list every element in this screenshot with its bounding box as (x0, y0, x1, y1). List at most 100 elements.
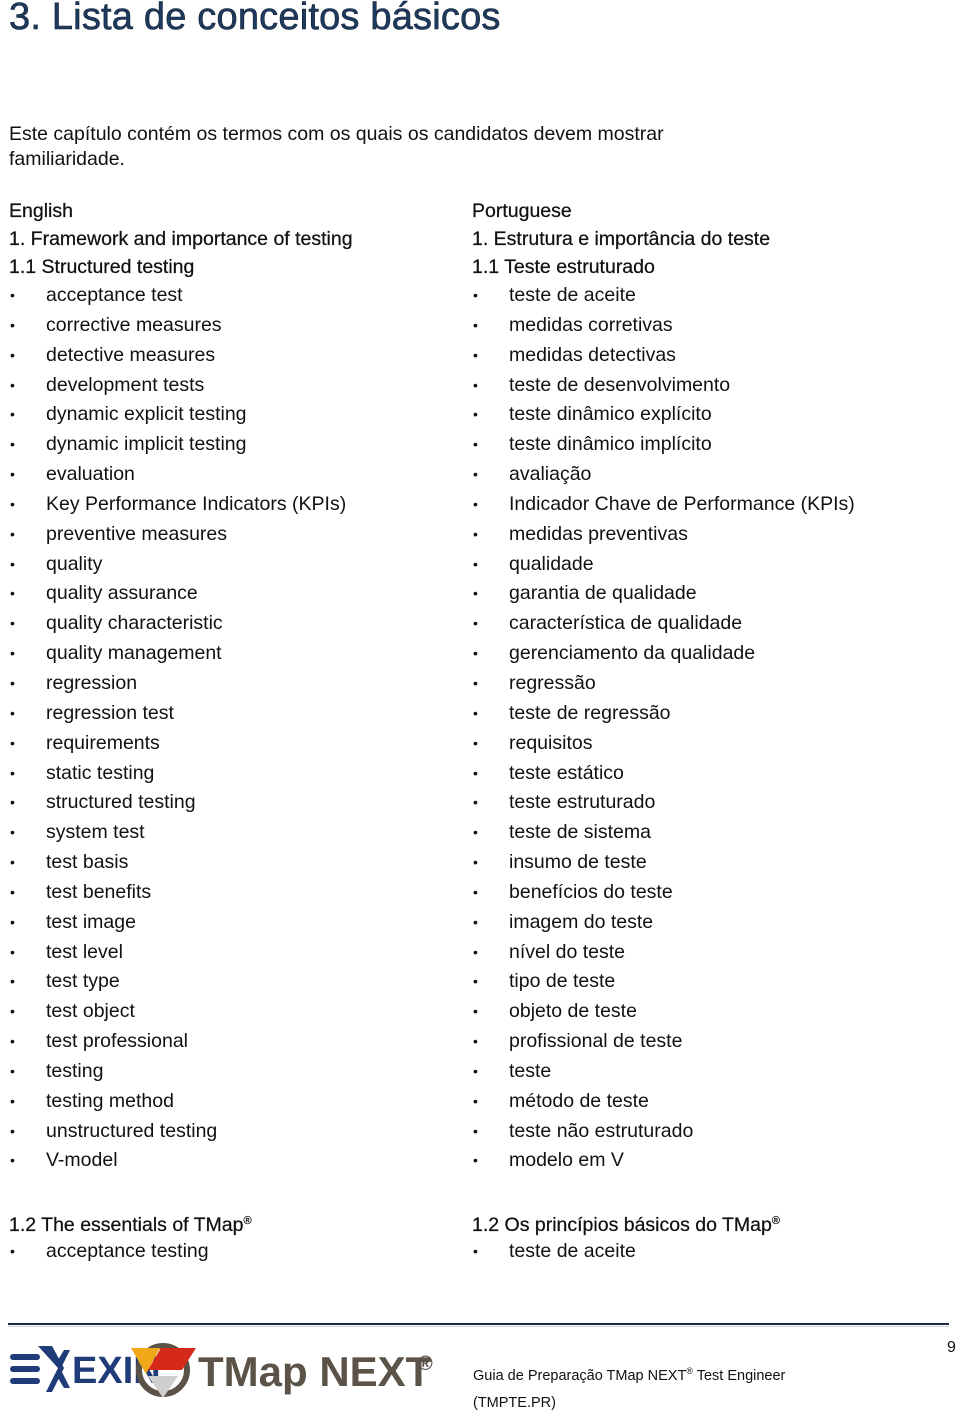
portuguese-term: regressão (509, 671, 596, 694)
english-chapter-heading: 1. Framework and importance of testing (9, 228, 353, 250)
portuguese-list-item: • teste de desenvolvimento (472, 371, 942, 401)
bullet-icon: • (473, 555, 478, 572)
bullet-icon: • (10, 794, 15, 811)
bullet-icon: • (10, 883, 15, 900)
english-term: structured testing (46, 791, 196, 814)
bullet-icon: • (473, 824, 478, 841)
portuguese-list-item: • objeto de teste (472, 997, 942, 1027)
bullet-icon: • (10, 973, 15, 990)
bullet-icon: • (10, 287, 15, 303)
portuguese-term: qualidade (509, 552, 594, 575)
portuguese-section-1-2-heading: 1.2 Os princípios básicos do TMap® (472, 1206, 942, 1236)
bullet-icon: • (10, 495, 15, 512)
portuguese-list-item: • teste dinâmico explícito (472, 400, 942, 430)
portuguese-list-item: • medidas corretivas (472, 311, 942, 341)
portuguese-term: teste dinâmico implícito (509, 433, 712, 456)
portuguese-section-1-2-term-list: • teste de aceite (472, 1236, 942, 1267)
portuguese-term: teste de desenvolvimento (509, 373, 731, 396)
english-term-list: • acceptance test • corrective measures • det… (9, 281, 479, 1176)
portuguese-list-item: • teste estático (472, 759, 942, 789)
exin-logo-icon (10, 1346, 70, 1392)
english-term: evaluation (46, 463, 135, 486)
english-list-item: • quality management (9, 639, 479, 669)
portuguese-term: teste estático (509, 761, 624, 784)
bullet-icon: • (473, 645, 478, 662)
portuguese-list-item: • medidas detectivas (472, 341, 942, 371)
english-term: corrective measures (46, 313, 222, 336)
bullet-icon: • (473, 436, 478, 453)
footer-divider-shadow (8, 1326, 949, 1327)
portuguese-list-item: • teste não estruturado (472, 1117, 942, 1147)
english-list-item: • quality characteristic (9, 609, 479, 639)
bullet-icon: • (473, 287, 478, 303)
english-list-item: • test image (9, 908, 479, 938)
english-term: requirements (46, 731, 160, 754)
english-term: testing (46, 1059, 104, 1082)
portuguese-term: teste dinâmico explícito (509, 403, 712, 426)
portuguese-section-1-2-list-item: • teste de aceite (472, 1236, 942, 1267)
logo-registered-mark: ® (418, 1353, 433, 1375)
portuguese-term: teste de aceite (509, 284, 636, 306)
english-language-heading: English (9, 200, 73, 222)
english-term: detective measures (46, 343, 216, 366)
bullet-icon: • (473, 674, 478, 691)
english-list-item: • system test (9, 818, 479, 848)
portuguese-column: Portuguese 1. Estrutura e importância do… (472, 197, 942, 1176)
english-term: regression (46, 671, 138, 694)
portuguese-term: gerenciamento da qualidade (509, 642, 756, 665)
bullet-icon: • (10, 1243, 15, 1259)
english-section-1-2: 1.2 The essentials of TMap® • acceptance … (9, 1206, 479, 1267)
english-list-item: • test benefits (9, 878, 479, 908)
portuguese-language-heading: Portuguese (472, 200, 572, 222)
bullet-icon: • (473, 943, 478, 960)
english-list-item: • acceptance test (9, 281, 479, 311)
english-list-item: • testing method (9, 1087, 479, 1117)
english-list-item: • static testing (9, 759, 479, 789)
portuguese-list-item: • tipo de teste (472, 967, 942, 997)
english-list-item: • dynamic implicit testing (9, 430, 479, 460)
english-section-1-2-term-list: • acceptance testing (9, 1236, 479, 1267)
english-list-item: • regression test (9, 699, 479, 729)
english-term: test object (46, 1000, 135, 1023)
portuguese-term-list: • teste de aceite • medidas corretivas • medi… (472, 281, 942, 1176)
bullet-icon: • (10, 436, 15, 453)
bullet-icon: • (10, 466, 15, 483)
english-list-item: • test type (9, 967, 479, 997)
english-list-item: • detective measures (9, 341, 479, 371)
english-column: English 1. Framework and importance of t… (9, 197, 479, 1176)
bullet-icon: • (473, 734, 478, 751)
registered-mark: ® (771, 1215, 780, 1227)
portuguese-section-1-2-term: teste de aceite (509, 1240, 636, 1262)
portuguese-term: teste (509, 1059, 552, 1082)
bullet-icon: • (473, 704, 478, 721)
portuguese-term: garantia de qualidade (509, 582, 697, 605)
portuguese-term: benefícios do teste (509, 880, 673, 903)
portuguese-term: teste estruturado (509, 791, 656, 814)
bullet-icon: • (473, 1033, 478, 1050)
page-title: 3. Lista de conceitos básicos (9, 0, 501, 38)
bullet-icon: • (10, 943, 15, 960)
portuguese-list-item: • Indicador Chave de Performance (KPIs) (472, 490, 942, 520)
portuguese-term: tipo de teste (509, 970, 616, 993)
portuguese-term: medidas detectivas (509, 343, 676, 366)
bullet-icon: • (10, 555, 15, 572)
english-term: regression test (46, 701, 174, 724)
portuguese-list-item: • gerenciamento da qualidade (472, 639, 942, 669)
bullet-icon: • (10, 615, 15, 632)
english-list-item: • regression (9, 669, 479, 699)
english-term: quality assurance (46, 582, 198, 605)
portuguese-term: teste de sistema (509, 821, 651, 844)
bullet-icon: • (10, 824, 15, 841)
portuguese-term: imagem do teste (509, 910, 654, 933)
exin-tmap-next-logo: EXIN TMap NEXT ® (10, 1343, 433, 1398)
bullet-icon: • (10, 1033, 15, 1050)
portuguese-list-item: • garantia de qualidade (472, 579, 942, 609)
bullet-icon: • (10, 376, 15, 393)
bullet-icon: • (10, 1003, 15, 1020)
bullet-icon: • (473, 1152, 478, 1169)
english-term: dynamic explicit testing (46, 403, 247, 426)
bullet-icon: • (473, 794, 478, 811)
guide-registered-mark: ® (686, 1366, 693, 1376)
registered-mark: ® (243, 1215, 252, 1227)
english-term: static testing (46, 761, 155, 784)
